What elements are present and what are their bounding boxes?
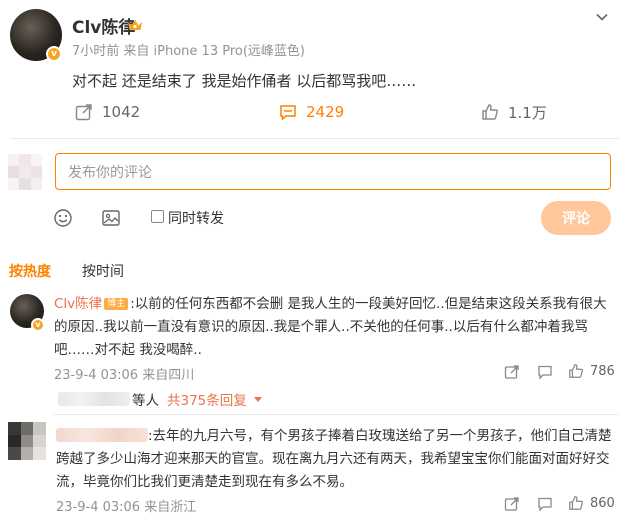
comment-like-count: 860 bbox=[590, 495, 615, 511]
caret-down-icon[interactable] bbox=[253, 396, 262, 402]
comment-input[interactable]: 发布你的评论 bbox=[55, 153, 611, 190]
comment-like-button[interactable]: 786 bbox=[568, 363, 615, 379]
post-author-name[interactable]: Clv陈律 bbox=[72, 13, 135, 38]
image-icon[interactable] bbox=[101, 208, 121, 228]
comment-button[interactable]: 2429 bbox=[279, 100, 344, 124]
divider bbox=[54, 414, 619, 415]
post-meta: 7小时前 来自 iPhone 13 Pro(远峰蓝色) bbox=[72, 44, 305, 59]
reply-suffix: 等人 bbox=[132, 393, 159, 409]
comment-meta: 23-9-4 03:06 来自浙江 bbox=[56, 500, 197, 515]
view-replies-link[interactable]: 共375条回复 bbox=[167, 389, 247, 409]
crown-icon bbox=[128, 19, 142, 30]
tab-sort-by-hot[interactable]: 按热度 bbox=[9, 261, 51, 281]
reply-summary: 等人 共375条回复 bbox=[58, 389, 262, 409]
comment-item: :去年的九月六号，有个男孩子捧着白玫瑰送给了另一个男孩子，他们自己清楚跨越了多少… bbox=[56, 425, 616, 494]
repost-icon bbox=[75, 104, 92, 121]
comment-text: :以前的任何东西都不会删 是我人生的一段美好回忆..但是结束这段关系我有很大的原… bbox=[54, 296, 607, 358]
comment-like-button[interactable]: 860 bbox=[568, 495, 615, 511]
like-button[interactable]: 1.1万 bbox=[481, 100, 547, 124]
post-text: 对不起 还是结束了 我是始作俑者 以后都骂我吧…… bbox=[72, 72, 417, 90]
redacted-author[interactable] bbox=[56, 428, 148, 442]
comment-meta: 23-9-4 03:06 来自四川 bbox=[54, 368, 195, 383]
chevron-down-icon[interactable] bbox=[595, 10, 609, 24]
blogger-badge: 博主 bbox=[104, 298, 129, 310]
comment-icon bbox=[280, 105, 296, 121]
tab-sort-by-time[interactable]: 按时间 bbox=[82, 261, 124, 281]
like-icon bbox=[569, 496, 584, 510]
repost-button[interactable]: 1042 bbox=[75, 100, 140, 124]
my-avatar bbox=[8, 154, 42, 190]
verified-badge-icon: v bbox=[46, 46, 62, 62]
comment-icon[interactable] bbox=[537, 496, 553, 512]
comment-icon[interactable] bbox=[537, 364, 553, 380]
comment-like-count: 786 bbox=[590, 363, 615, 379]
also-repost-label: 同时转发 bbox=[168, 211, 224, 227]
repost-count: 1042 bbox=[102, 103, 141, 121]
like-count: 1.1万 bbox=[508, 103, 547, 122]
share-icon[interactable] bbox=[504, 496, 520, 512]
verified-badge-icon: v bbox=[31, 318, 45, 332]
also-repost-checkbox[interactable] bbox=[151, 210, 164, 223]
like-icon bbox=[482, 104, 498, 120]
like-icon bbox=[569, 364, 584, 378]
submit-comment-button[interactable]: 评论 bbox=[541, 201, 611, 235]
divider bbox=[10, 138, 619, 139]
comment-item: Clv陈律 博主:以前的任何东西都不会删 是我人生的一段美好回忆..但是结束这段关… bbox=[54, 293, 616, 362]
comment-author[interactable]: Clv陈律 bbox=[54, 296, 102, 312]
comment-avatar[interactable] bbox=[8, 422, 46, 460]
share-icon[interactable] bbox=[504, 364, 520, 380]
redacted-names bbox=[58, 392, 130, 406]
comment-count: 2429 bbox=[306, 103, 345, 121]
emoji-icon[interactable] bbox=[53, 208, 73, 228]
